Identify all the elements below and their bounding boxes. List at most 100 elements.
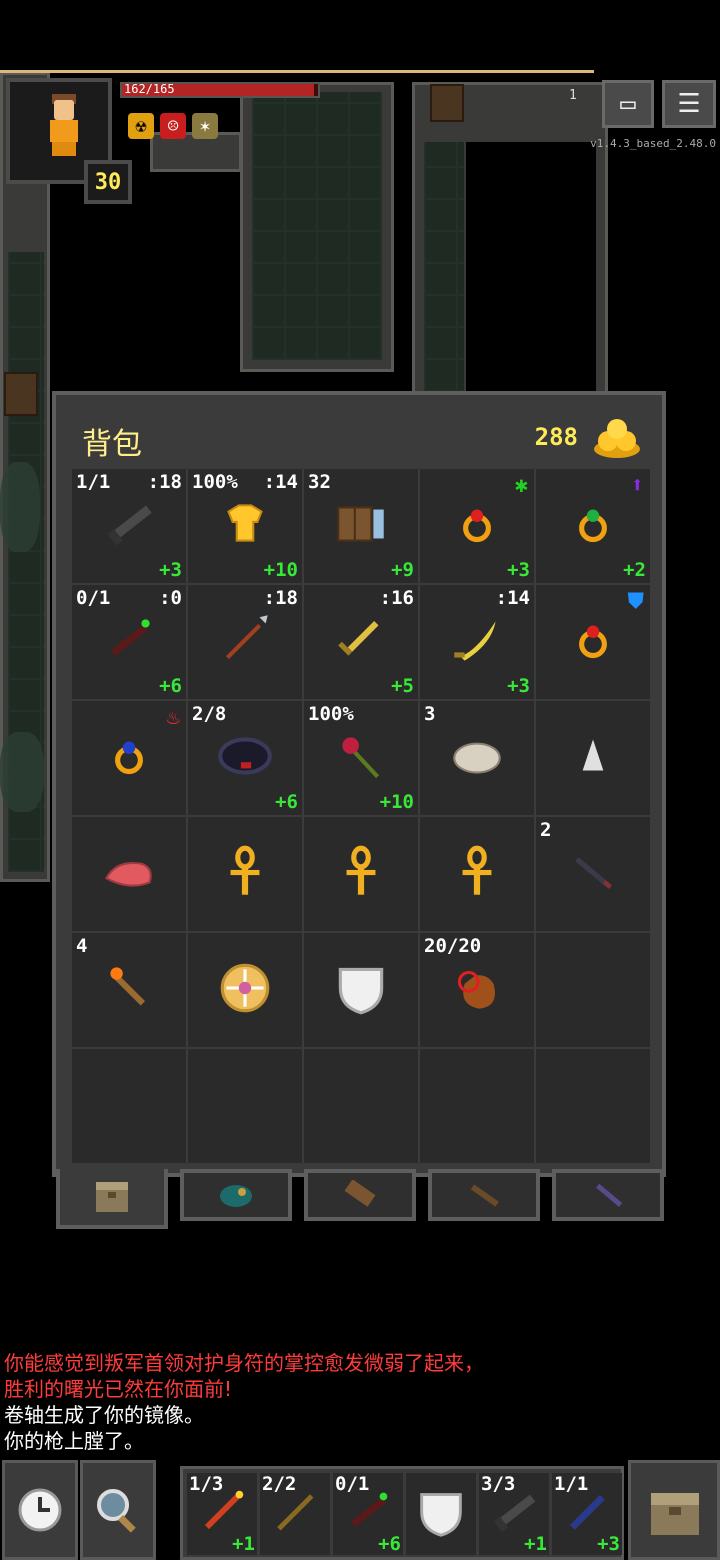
door[interactable] bbox=[430, 84, 464, 122]
stone-icon bbox=[446, 725, 508, 791]
inventory-slot[interactable] bbox=[420, 817, 534, 931]
tab-backpack[interactable] bbox=[56, 1169, 168, 1229]
inventory-button[interactable] bbox=[628, 1460, 720, 1560]
item-strength-label: :0 bbox=[159, 587, 182, 609]
item-upgrade-label: +3 bbox=[507, 559, 530, 581]
ring-blue-gem-icon bbox=[98, 725, 160, 791]
item-count-label: 100% bbox=[308, 703, 354, 725]
gun-icon bbox=[98, 493, 160, 559]
inventory-slot-empty[interactable] bbox=[536, 1049, 650, 1163]
quickslot-upgrade-label: +1 bbox=[232, 1533, 255, 1555]
log-line: 卷轴生成了你的镜像。 bbox=[4, 1403, 204, 1427]
item-count-label: 3 bbox=[424, 703, 436, 725]
ankh-icon bbox=[214, 841, 276, 907]
inventory-slot[interactable]: 32 +9 bbox=[304, 469, 418, 583]
quickslot-1[interactable]: 1/3 +1 bbox=[187, 1473, 257, 1555]
quickslot-3[interactable]: 0/1 +6 bbox=[333, 1473, 403, 1555]
inventory-slot[interactable]: ⛊ bbox=[536, 585, 650, 699]
inventory-slot[interactable]: :16 +5 bbox=[304, 585, 418, 699]
item-count-label: 2 bbox=[540, 819, 552, 841]
inventory-title: 背包 bbox=[82, 427, 142, 462]
waterskin-icon bbox=[446, 957, 508, 1023]
wand-holster-icon bbox=[470, 1184, 499, 1207]
dungeon-floor bbox=[252, 92, 382, 360]
menu-button[interactable]: ☰ bbox=[662, 80, 716, 128]
dust-icon bbox=[562, 725, 624, 791]
inventory-slot[interactable]: +3 ✱ bbox=[420, 469, 534, 583]
inventory-slot[interactable]: 2 bbox=[536, 817, 650, 931]
inventory-slot[interactable] bbox=[536, 701, 650, 815]
inventory-slot-empty[interactable] bbox=[304, 1049, 418, 1163]
item-count-label: 2/8 bbox=[192, 703, 227, 725]
quickslot-count-label: 0/1 bbox=[335, 1473, 370, 1495]
quickslot-upgrade-label: +6 bbox=[378, 1533, 401, 1555]
inventory-slot[interactable]: 1/1:18 +3 bbox=[72, 469, 186, 583]
item-upgrade-label: +9 bbox=[391, 559, 414, 581]
inventory-slot[interactable]: 2/8 +6 bbox=[188, 701, 302, 815]
item-strength-label: :14 bbox=[495, 587, 530, 609]
inventory-slot-empty[interactable] bbox=[72, 1049, 186, 1163]
door[interactable] bbox=[4, 372, 38, 416]
inventory-slot[interactable]: :14 +3 bbox=[420, 585, 534, 699]
enchant-marker-icon: ♨ bbox=[166, 705, 180, 730]
log-line: 你的枪上膛了。 bbox=[4, 1429, 144, 1453]
backpack-icon bbox=[96, 1182, 128, 1212]
top-divider bbox=[0, 70, 594, 73]
inventory-slot-empty[interactable] bbox=[420, 1049, 534, 1163]
inventory-slot[interactable]: 0/1:0 +6 bbox=[72, 585, 186, 699]
tab-scroll-holder[interactable] bbox=[304, 1169, 416, 1221]
inventory-slot[interactable]: 100% +10 bbox=[304, 701, 418, 815]
scimitar-icon bbox=[446, 609, 508, 675]
seed-pouch-icon bbox=[220, 1185, 252, 1207]
moss-patch bbox=[0, 462, 40, 552]
item-upgrade-label: +6 bbox=[159, 675, 182, 697]
radiation-icon[interactable]: ☢ bbox=[128, 113, 154, 139]
dart-icon bbox=[562, 841, 624, 907]
depth-indicator: 1 bbox=[569, 88, 577, 103]
enchant-marker-icon: ✱ bbox=[514, 473, 528, 498]
log-line: 胜利的曙光已然在你面前! bbox=[4, 1377, 233, 1401]
inventory-slot-empty[interactable] bbox=[188, 1049, 302, 1163]
inventory-slot[interactable] bbox=[188, 933, 302, 1047]
item-upgrade-label: +3 bbox=[159, 559, 182, 581]
inventory-slot[interactable]: +2 ⬆ bbox=[536, 469, 650, 583]
version-label: v1.4.3_based_2.48.0 bbox=[590, 137, 716, 150]
torch-icon bbox=[98, 957, 160, 1023]
tab-wand-holster[interactable] bbox=[428, 1169, 540, 1221]
hunger-icon[interactable]: ✶ bbox=[192, 113, 218, 139]
quickslot-4[interactable] bbox=[406, 1473, 476, 1555]
gold-pile-icon bbox=[594, 419, 640, 458]
moss-patch bbox=[0, 732, 44, 812]
rage-face-icon[interactable]: ☹ bbox=[160, 113, 186, 139]
inventory-slot[interactable]: 4 bbox=[72, 933, 186, 1047]
item-strength-label: :18 bbox=[147, 471, 182, 493]
inventory-slot[interactable]: 100%:14 +10 bbox=[188, 469, 302, 583]
tab-potion-bandolier[interactable] bbox=[552, 1169, 664, 1221]
quickslot-2[interactable]: 2/2 bbox=[260, 1473, 330, 1555]
inventory-slot[interactable] bbox=[188, 817, 302, 931]
journal-button[interactable]: ▭ bbox=[602, 80, 654, 128]
tab-seed-pouch[interactable] bbox=[180, 1169, 292, 1221]
inventory-slot[interactable] bbox=[72, 817, 186, 931]
quickslot-count-label: 1/3 bbox=[189, 1473, 224, 1495]
log-line: 你能感觉到叛军首领对护身符的掌控愈发微弱了起来， bbox=[4, 1351, 484, 1375]
quickslot-count-label: 3/3 bbox=[481, 1473, 516, 1495]
inventory-slot[interactable]: 20/20 bbox=[420, 933, 534, 1047]
bag-tabs bbox=[56, 1169, 670, 1233]
item-strength-label: :14 bbox=[263, 471, 298, 493]
inventory-window: 背包 288 1/1:18 +3 100%:14 +10 32 +9 +3 ✱ +2 ⬆ 0/1:0… bbox=[52, 391, 666, 1229]
quickslot-5[interactable]: 3/3 +1 bbox=[479, 1473, 549, 1555]
wait-button[interactable] bbox=[2, 1460, 78, 1560]
quickslot-6[interactable]: 1/1 +3 bbox=[552, 1473, 622, 1555]
dungeon-floor bbox=[424, 142, 464, 392]
inventory-slot[interactable]: ♨ bbox=[72, 701, 186, 815]
inventory-slot-empty[interactable] bbox=[536, 933, 650, 1047]
inventory-slot[interactable] bbox=[304, 817, 418, 931]
inventory-slot[interactable]: :18 bbox=[188, 585, 302, 699]
inventory-slot[interactable] bbox=[304, 933, 418, 1047]
sword-icon bbox=[330, 609, 392, 675]
item-strength-label: :18 bbox=[263, 587, 298, 609]
hp-text: 162/165 bbox=[124, 82, 175, 96]
search-button[interactable] bbox=[80, 1460, 156, 1560]
inventory-slot[interactable]: 3 bbox=[420, 701, 534, 815]
